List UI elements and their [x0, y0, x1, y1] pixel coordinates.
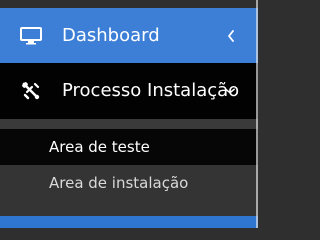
- sidebar-item-dashboard[interactable]: Dashboard: [0, 8, 258, 63]
- chevron-down-icon: [225, 86, 235, 96]
- monitor-icon: [20, 25, 42, 47]
- submenu-item-area-de-instalacao[interactable]: Area de instalação: [0, 165, 258, 201]
- sidebar-right-edge: [256, 0, 258, 228]
- sidebar-item-label: Processo Instalação: [62, 80, 240, 101]
- sidebar-bottom-accent: [0, 216, 258, 228]
- sidebar-item-processo-instalacao[interactable]: Processo Instalação: [0, 63, 258, 119]
- submenu-divider: [0, 119, 258, 129]
- sidebar-item-label: Dashboard: [62, 24, 160, 46]
- sidebar: Dashboard Processo Instalação Area de te…: [0, 0, 258, 228]
- submenu-item-area-de-teste[interactable]: Area de teste: [0, 129, 258, 165]
- tools-icon: [20, 80, 42, 102]
- chevron-left-icon: [226, 29, 236, 42]
- submenu-processo-instalacao: Area de teste Area de instalação: [0, 119, 258, 216]
